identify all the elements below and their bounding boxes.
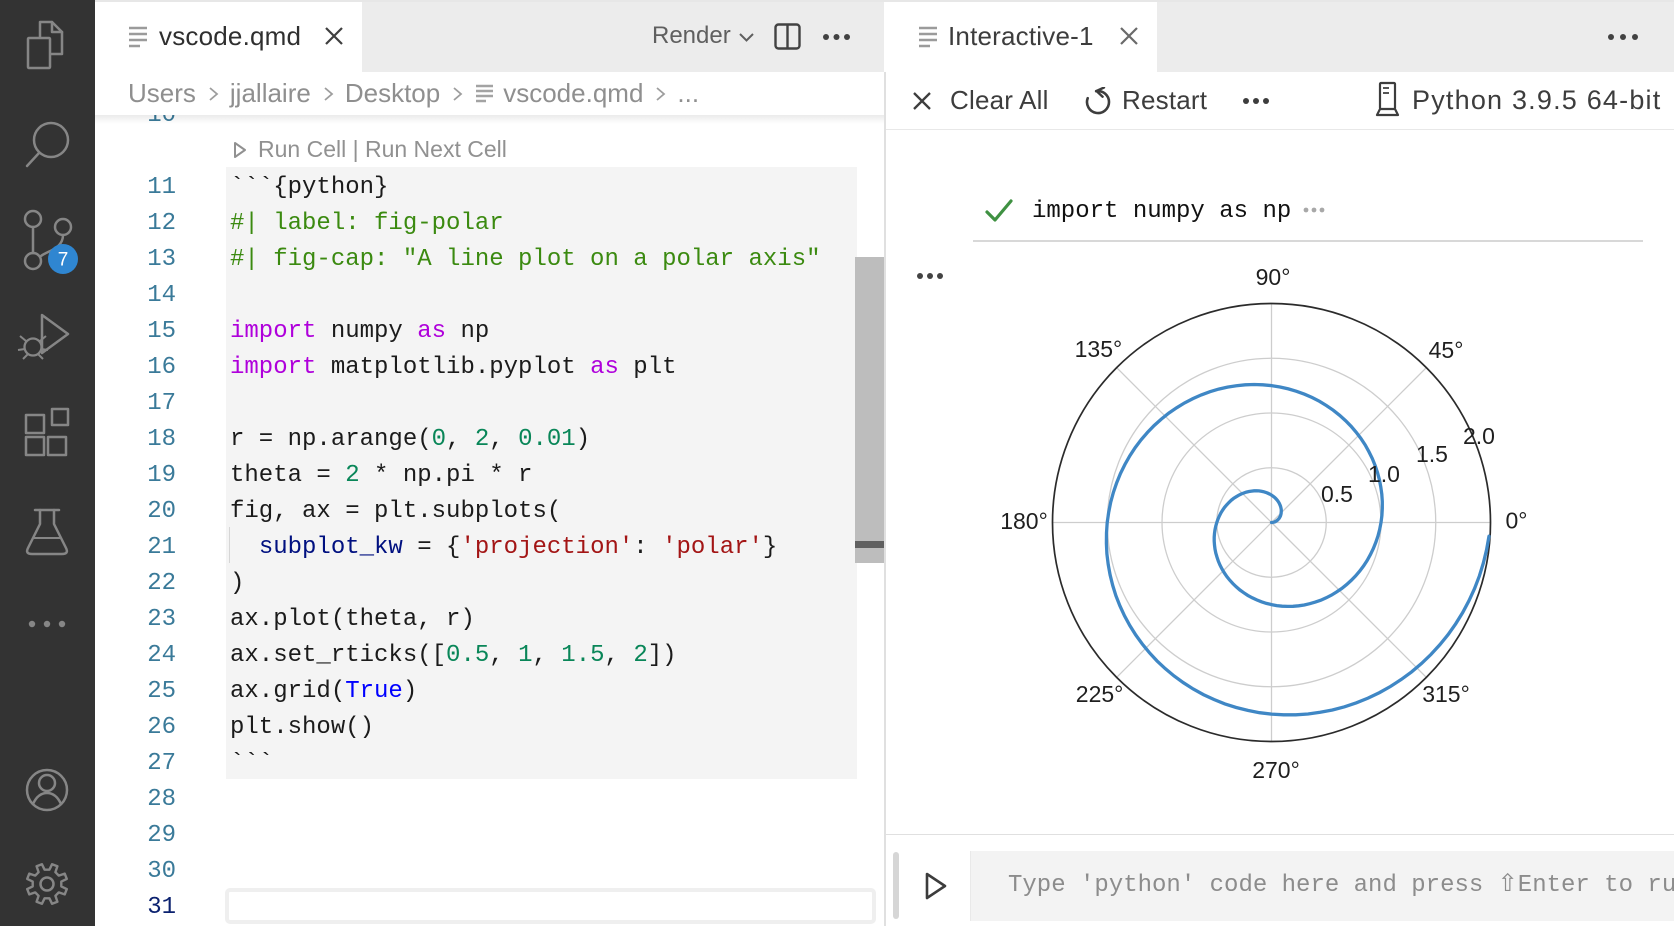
svg-text:135°: 135° <box>1075 336 1123 362</box>
svg-text:0°: 0° <box>1506 508 1528 534</box>
svg-text:180°: 180° <box>1000 508 1048 534</box>
svg-text:90°: 90° <box>1256 264 1291 290</box>
svg-text:7: 7 <box>58 250 69 271</box>
svg-text:225°: 225° <box>1076 681 1124 707</box>
svg-text:1.0: 1.0 <box>1368 461 1400 487</box>
svg-text:0.5: 0.5 <box>1321 481 1353 507</box>
svg-text:315°: 315° <box>1422 681 1470 707</box>
svg-text:1.5: 1.5 <box>1416 441 1448 467</box>
svg-text:2.0: 2.0 <box>1463 423 1495 449</box>
svg-text:270°: 270° <box>1252 757 1300 783</box>
svg-text:45°: 45° <box>1429 337 1464 363</box>
